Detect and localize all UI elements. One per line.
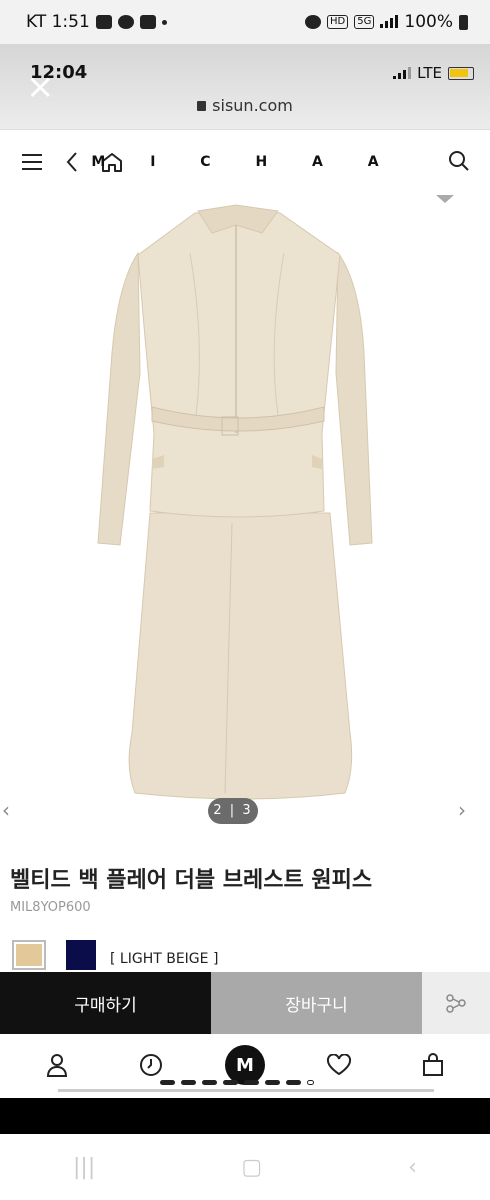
gallery-icon — [95, 15, 112, 29]
menu-icon[interactable] — [20, 150, 44, 174]
hd-icon: HD — [327, 15, 349, 29]
battery-percent: 100% — [404, 12, 453, 32]
share-icon — [446, 994, 466, 1013]
site-header: M I C H A A — [0, 131, 490, 193]
share-button[interactable] — [422, 972, 490, 1034]
battery-icon — [459, 14, 468, 30]
next-image-icon[interactable]: › — [458, 798, 466, 822]
system-back-icon[interactable]: ‹ — [408, 1155, 417, 1180]
search-icon[interactable] — [448, 150, 470, 176]
color-swatch-light-beige[interactable] — [12, 940, 46, 970]
inner-signal-icon — [393, 67, 412, 79]
swatch-fill — [16, 944, 42, 966]
product-image[interactable] — [0, 193, 490, 823]
image-pager: 2 | 3 — [208, 798, 258, 824]
cart-button[interactable]: 장바구니 — [211, 972, 422, 1034]
action-bar: 구매하기 장바구니 — [0, 972, 490, 1034]
5g-icon: 5G — [354, 15, 375, 29]
page-indicator-dots — [160, 1078, 332, 1086]
url-text: sisun.com — [212, 96, 293, 115]
recent-apps-icon[interactable]: ||| — [73, 1155, 95, 1180]
black-band — [0, 1098, 490, 1134]
network-type: LTE — [417, 64, 442, 82]
status-bar: KT 1:51 HD 5G 100% — [0, 0, 490, 44]
lock-icon — [197, 101, 207, 111]
url-bar[interactable]: sisun.com — [0, 96, 490, 115]
color-swatch-navy[interactable] — [66, 940, 96, 970]
system-nav: ||| ▢ ‹ — [0, 1134, 490, 1200]
home-icon[interactable] — [100, 150, 124, 174]
charging-battery-icon — [448, 66, 474, 80]
product-code: MIL8YOP600 — [10, 900, 91, 915]
carrier-time: KT 1:51 — [26, 12, 90, 32]
prev-image-icon[interactable]: ‹ — [2, 798, 10, 822]
buy-button[interactable]: 구매하기 — [0, 972, 211, 1034]
alarm-icon — [305, 15, 322, 29]
signal-icon — [380, 15, 399, 28]
m-app-icon — [139, 15, 156, 29]
bottom-nav: M — [0, 1034, 490, 1096]
scroll-progress — [58, 1089, 434, 1092]
browser-chrome: 12:04 × LTE sisun.com — [0, 44, 490, 130]
selected-color-name: [ LIGHT BEIGE ] — [110, 951, 219, 967]
back-icon[interactable] — [60, 150, 84, 174]
home-button-icon[interactable]: ▢ — [241, 1155, 262, 1180]
status-left: KT 1:51 — [26, 12, 167, 32]
talk-icon — [117, 15, 134, 29]
notification-dot-icon — [161, 19, 167, 25]
user-icon[interactable] — [37, 1045, 77, 1085]
product-title: 벨티드 백 플레어 더블 브레스트 원피스 — [10, 868, 373, 893]
status-right: HD 5G 100% — [305, 12, 468, 32]
inner-status-right: LTE — [393, 64, 474, 82]
bag-icon[interactable] — [413, 1045, 453, 1085]
